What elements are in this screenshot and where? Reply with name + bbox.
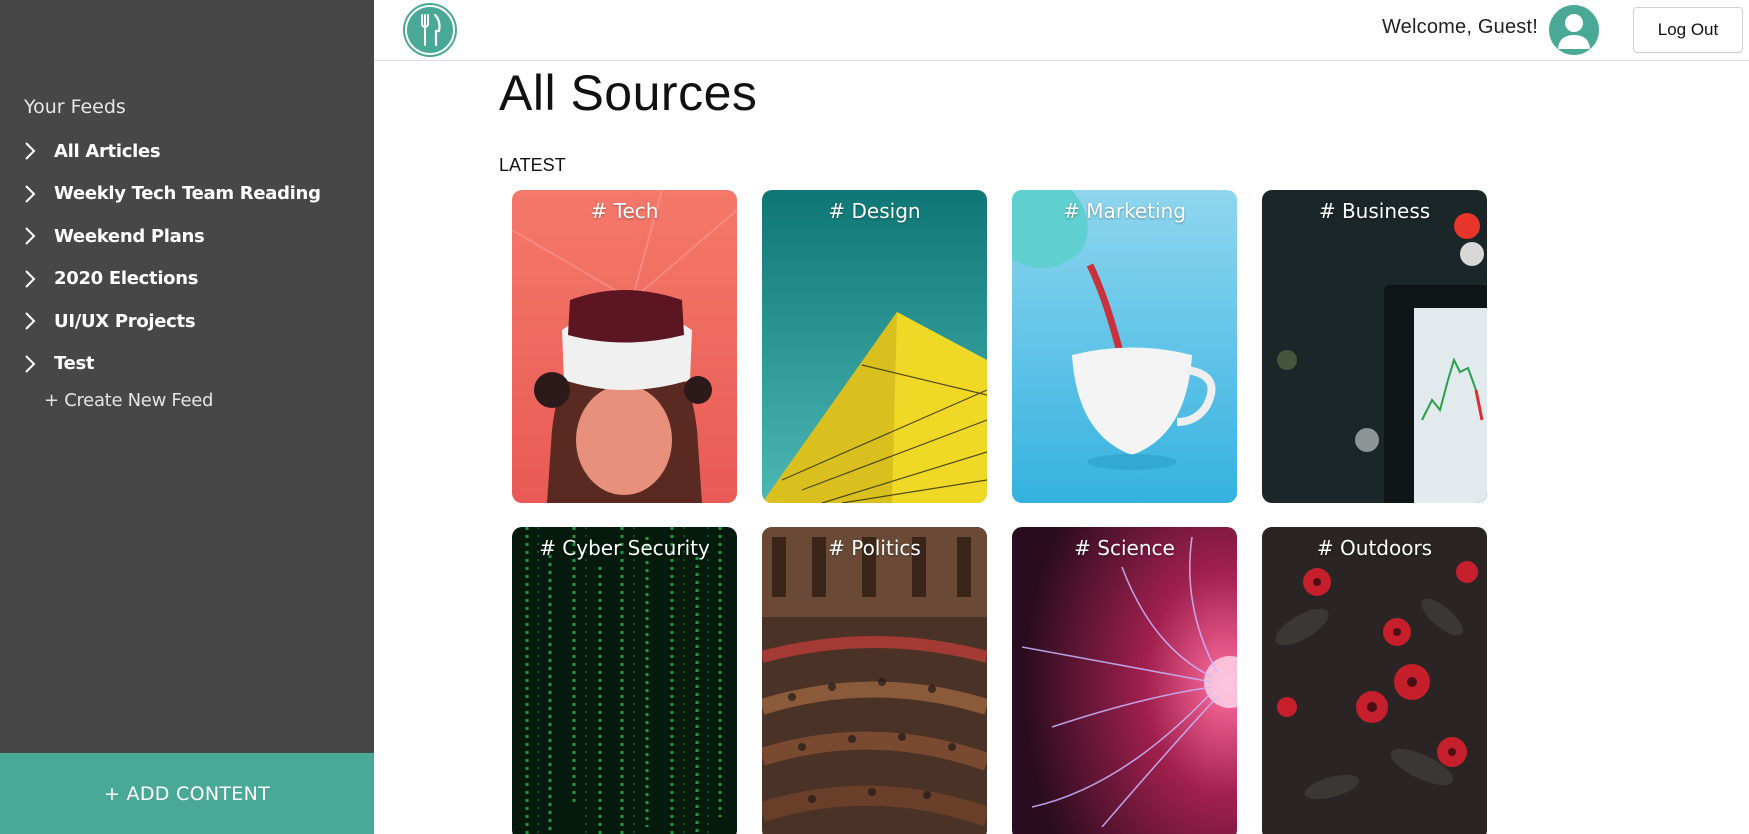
sidebar-item-weekend-plans[interactable]: Weekend Plans (24, 215, 321, 258)
logout-button[interactable]: Log Out (1633, 7, 1743, 53)
card-tag: # Outdoors (1316, 536, 1433, 560)
create-new-feed-link[interactable]: + Create New Feed (44, 390, 213, 411)
sidebar: Your Feeds All Articles Weekly Tech Team… (0, 0, 374, 834)
card-tag: # Marketing (1063, 199, 1186, 223)
feed-list: All Articles Weekly Tech Team Reading We… (24, 130, 321, 385)
chevron-right-icon (24, 142, 54, 160)
card-tag: # Tech (590, 199, 659, 223)
top-header: Welcome, Guest! Log Out (374, 0, 1749, 61)
source-card-tech[interactable]: # Tech (512, 190, 737, 503)
sidebar-item-label: Test (54, 353, 95, 375)
sidebar-item-label: Weekend Plans (54, 225, 205, 247)
politics-parliament-image (762, 527, 987, 834)
card-tag: # Science (1074, 536, 1175, 560)
cyber-matrix-image (512, 527, 737, 834)
source-card-marketing[interactable]: # Marketing (1012, 190, 1237, 503)
user-avatar-icon[interactable] (1549, 5, 1599, 55)
sidebar-item-label: All Articles (54, 140, 161, 162)
chevron-right-icon (24, 355, 54, 373)
chevron-right-icon (24, 227, 54, 245)
sidebar-item-ui-ux-projects[interactable]: UI/UX Projects (24, 300, 321, 343)
sidebar-item-2020-elections[interactable]: 2020 Elections (24, 258, 321, 301)
sidebar-item-label: UI/UX Projects (54, 310, 196, 332)
section-label-latest: LATEST (499, 155, 566, 175)
sidebar-item-all-articles[interactable]: All Articles (24, 130, 321, 173)
card-tag: # Cyber Security (539, 536, 710, 560)
source-card-science[interactable]: # Science (1012, 527, 1237, 834)
outdoors-flowers-image (1262, 527, 1487, 834)
source-card-design[interactable]: # Design (762, 190, 987, 503)
welcome-text: Welcome, Guest! (1381, 16, 1538, 38)
add-content-button[interactable]: + ADD CONTENT (0, 753, 374, 834)
sidebar-item-test[interactable]: Test (24, 343, 321, 386)
sidebar-item-label: 2020 Elections (54, 268, 199, 290)
sidebar-title: Your Feeds (24, 96, 126, 118)
source-card-outdoors[interactable]: # Outdoors (1262, 527, 1487, 834)
chevron-right-icon (24, 270, 54, 288)
fork-knife-icon[interactable] (405, 5, 455, 55)
source-card-cyber-security[interactable]: # Cyber Security (512, 527, 737, 834)
science-plasma-image (1012, 527, 1237, 834)
tech-vr-image (512, 190, 737, 503)
card-tag: # Politics (828, 536, 921, 560)
card-tag: # Business (1318, 199, 1431, 223)
sidebar-item-label: Weekly Tech Team Reading (54, 183, 321, 205)
source-card-business[interactable]: # Business (1262, 190, 1487, 503)
card-tag: # Design (828, 199, 921, 223)
business-chart-image (1262, 190, 1487, 503)
chevron-right-icon (24, 312, 54, 330)
sidebar-item-weekly-tech-team-reading[interactable]: Weekly Tech Team Reading (24, 173, 321, 216)
source-card-politics[interactable]: # Politics (762, 527, 987, 834)
marketing-teacup-image (1012, 190, 1237, 503)
page-title: All Sources (499, 65, 758, 121)
chevron-right-icon (24, 185, 54, 203)
design-building-image (762, 190, 987, 503)
